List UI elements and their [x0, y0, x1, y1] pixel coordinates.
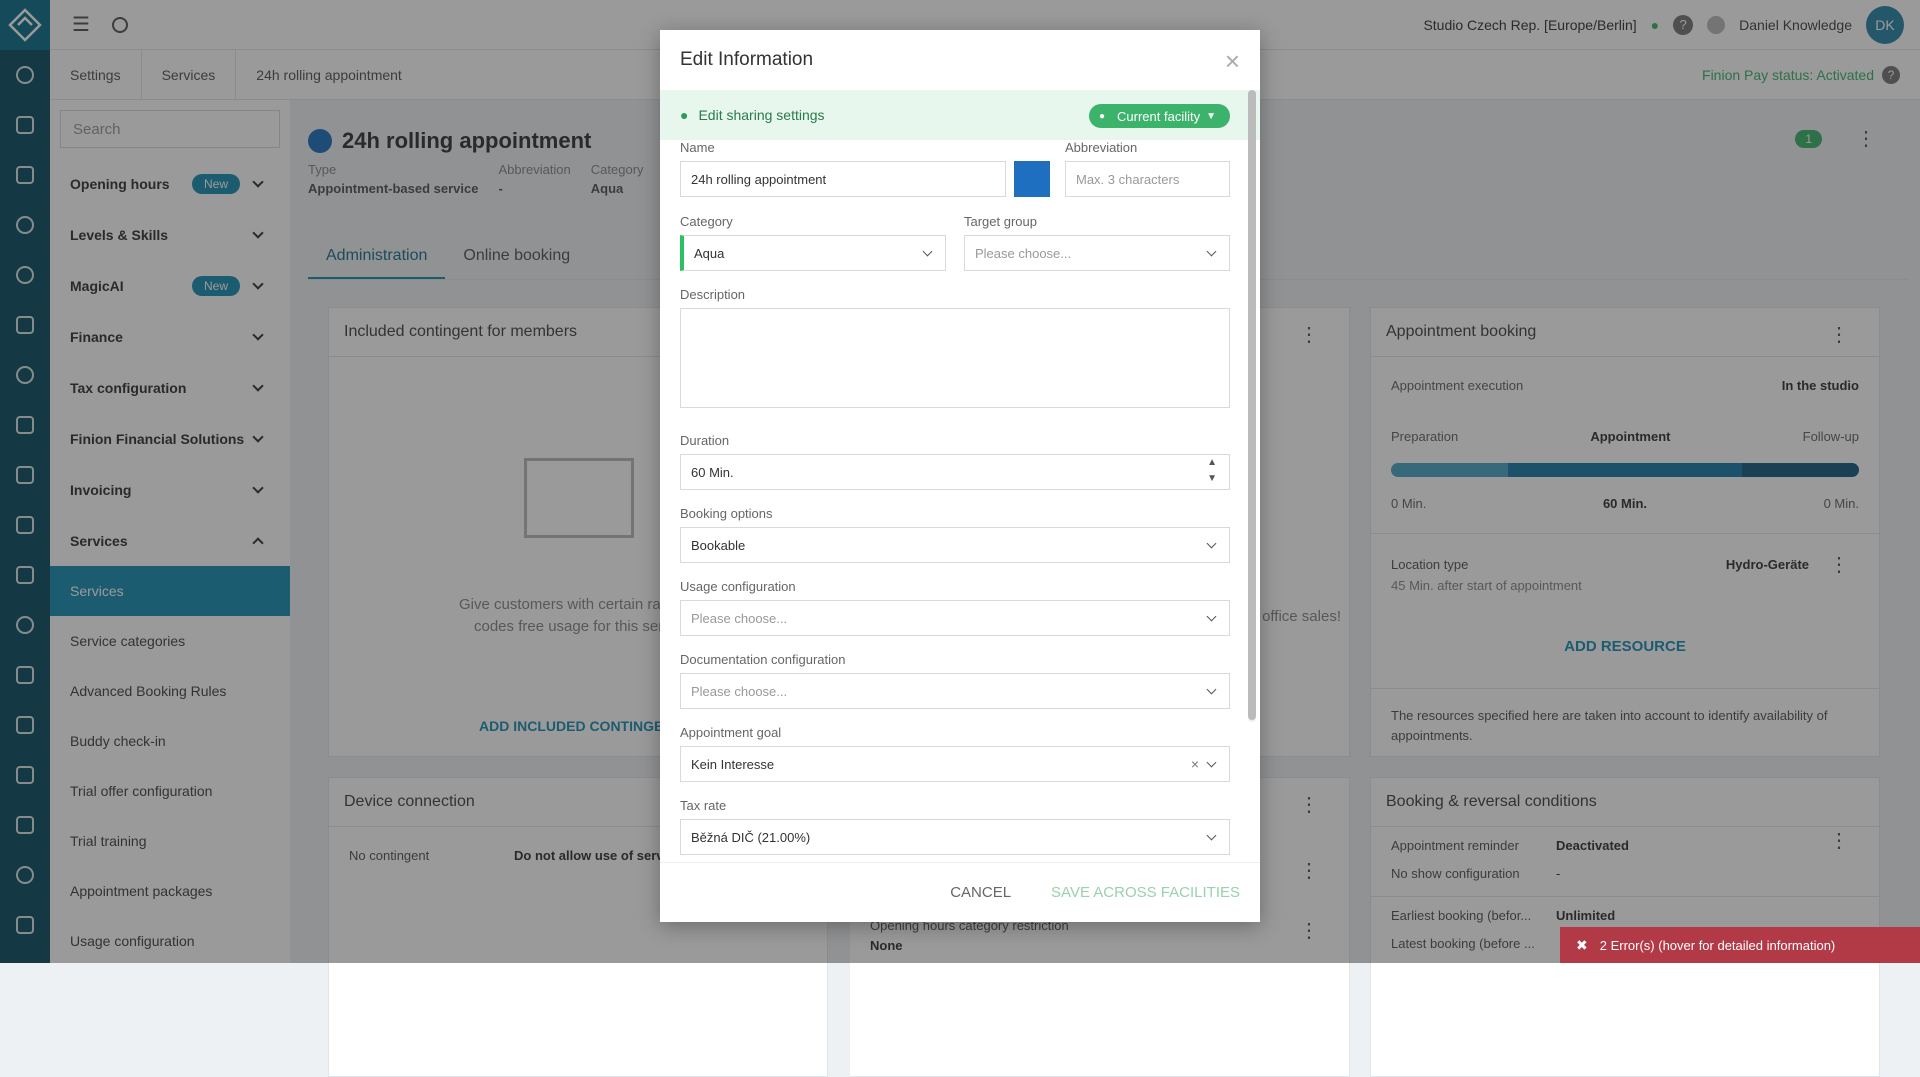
cancel-button[interactable]: CANCEL	[950, 884, 1011, 901]
name-label: Name	[680, 140, 1090, 155]
modal-footer: CANCEL SAVE ACROSS FACILITIES	[660, 862, 1260, 922]
modal-header: Edit Information ×	[660, 30, 1260, 90]
chevron-down-icon	[1207, 831, 1217, 841]
location-pin-icon: ●	[680, 107, 688, 123]
error-bar[interactable]: ✖ 2 Error(s) (hover for detailed informa…	[1560, 927, 1920, 963]
sharing-bar: ● Edit sharing settings ● Current facili…	[660, 90, 1260, 140]
current-facility-button[interactable]: ● Current facility ▼	[1089, 104, 1230, 128]
clear-icon[interactable]: ×	[1191, 756, 1199, 772]
booking-options-label: Booking options	[680, 506, 1230, 521]
abbreviation-input[interactable]: Max. 3 characters	[1065, 161, 1230, 197]
category-select[interactable]: Aqua	[680, 235, 946, 271]
appointment-goal-select[interactable]: Kein Interesse ×	[680, 746, 1230, 782]
edit-information-modal: Edit Information × ● Edit sharing settin…	[660, 30, 1260, 922]
chevron-down-icon	[1207, 758, 1217, 768]
doc-config-select[interactable]: Please choose...	[680, 673, 1230, 709]
modal-scrollbar[interactable]	[1248, 90, 1256, 722]
color-picker[interactable]	[1014, 161, 1050, 197]
stepper-up-icon[interactable]: ▲	[1207, 457, 1217, 468]
chevron-down-icon	[1207, 612, 1217, 622]
stepper-down-icon[interactable]: ▼	[1207, 473, 1217, 484]
abbreviation-label: Abbreviation	[1065, 140, 1230, 155]
usage-config-placeholder: Please choose...	[691, 611, 787, 626]
target-group-label: Target group	[964, 214, 1230, 229]
duration-value: 60 Min.	[691, 465, 734, 480]
target-group-select[interactable]: Please choose...	[964, 235, 1230, 271]
modal-title: Edit Information	[680, 49, 813, 71]
chevron-down-icon	[923, 247, 933, 257]
tax-rate-label: Tax rate	[680, 798, 1230, 813]
usage-config-label: Usage configuration	[680, 579, 1230, 594]
current-facility-label: Current facility	[1117, 109, 1200, 124]
modal-scroll-thumb[interactable]	[1248, 90, 1256, 720]
error-text: 2 Error(s) (hover for detailed informati…	[1600, 938, 1836, 953]
description-label: Description	[680, 287, 1230, 302]
usage-config-select[interactable]: Please choose...	[680, 600, 1230, 636]
tax-rate-value: Běžná DIČ (21.00%)	[691, 830, 810, 845]
appointment-goal-value: Kein Interesse	[691, 757, 774, 772]
chevron-down-icon	[1207, 247, 1217, 257]
tax-rate-select[interactable]: Běžná DIČ (21.00%)	[680, 819, 1230, 855]
error-close-icon[interactable]: ✖	[1576, 937, 1588, 954]
booking-options-select[interactable]: Bookable	[680, 527, 1230, 563]
appointment-goal-label: Appointment goal	[680, 725, 1230, 740]
doc-config-label: Documentation configuration	[680, 652, 1230, 667]
edit-sharing-link[interactable]: Edit sharing settings	[698, 107, 824, 123]
modal-form: Name 24h rolling appointment Abbreviatio…	[680, 140, 1230, 892]
chevron-down-icon	[1207, 539, 1217, 549]
booking-options-value: Bookable	[691, 538, 745, 553]
name-input[interactable]: 24h rolling appointment	[680, 161, 1006, 197]
save-across-facilities-button[interactable]: SAVE ACROSS FACILITIES	[1051, 884, 1240, 901]
category-value: Aqua	[694, 246, 724, 261]
chevron-down-icon: ▼	[1206, 111, 1216, 122]
chevron-down-icon	[1207, 685, 1217, 695]
category-label: Category	[680, 214, 946, 229]
target-group-placeholder: Please choose...	[975, 246, 1071, 261]
facility-pin-icon: ●	[1099, 111, 1105, 122]
doc-config-placeholder: Please choose...	[691, 684, 787, 699]
description-textarea[interactable]	[680, 308, 1230, 408]
duration-label: Duration	[680, 433, 1230, 448]
close-icon[interactable]: ×	[1225, 46, 1240, 77]
duration-stepper[interactable]: 60 Min. ▲ ▼	[680, 454, 1230, 490]
